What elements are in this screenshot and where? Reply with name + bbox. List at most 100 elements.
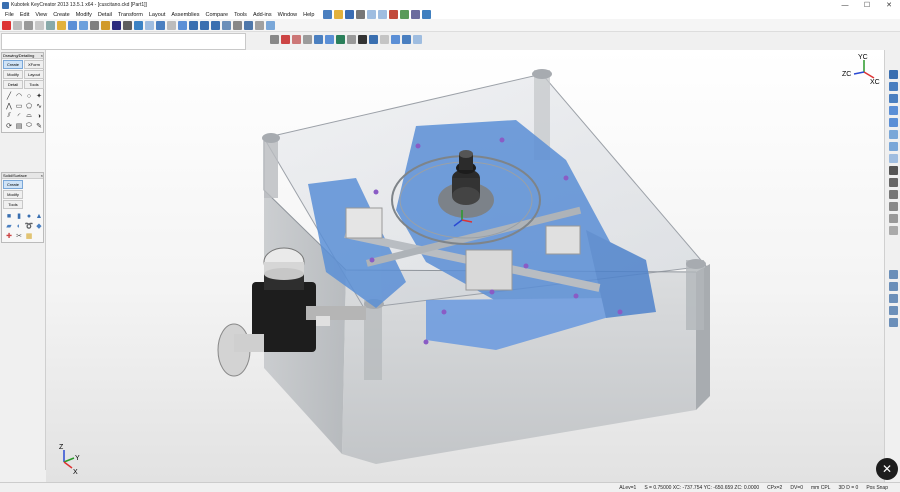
menu-assemblies[interactable]: Assemblies	[168, 12, 202, 18]
dimension-icon[interactable]	[46, 20, 55, 30]
solid-modify-button[interactable]: Modify	[3, 190, 23, 199]
transparency-icon[interactable]	[889, 318, 898, 327]
render-icon[interactable]	[336, 35, 345, 44]
solid-cone-icon[interactable]: ▲	[35, 212, 43, 220]
spline-icon[interactable]: ∿	[35, 102, 43, 110]
cylinder-icon[interactable]	[79, 20, 88, 30]
view-iso-icon[interactable]	[211, 20, 220, 30]
save-icon[interactable]	[345, 10, 355, 19]
menu-modify[interactable]: Modify	[73, 12, 95, 18]
box-icon[interactable]	[68, 20, 77, 30]
zoom-icon[interactable]	[222, 20, 231, 30]
text-icon[interactable]: ▤	[15, 122, 23, 130]
delete-icon[interactable]	[389, 10, 399, 19]
menu-layout[interactable]: Layout	[146, 12, 169, 18]
close-icon[interactable]: ×	[41, 173, 43, 178]
verify-icon[interactable]	[281, 35, 290, 44]
drawing-create-button[interactable]: Create	[3, 60, 23, 69]
command-input[interactable]	[1, 33, 246, 50]
offset-icon[interactable]: ⫽	[5, 112, 13, 120]
line-icon[interactable]	[24, 20, 33, 30]
menu-transform[interactable]: Transform	[115, 12, 146, 18]
fillet-curve-icon[interactable]: ◜	[15, 112, 23, 120]
polyline-icon[interactable]: ⋀	[5, 102, 13, 110]
mirror-icon[interactable]	[167, 20, 176, 30]
model-viewport[interactable]: YC ZC XC Z Y X	[46, 50, 884, 482]
extrude-icon[interactable]: ▰	[5, 222, 13, 230]
conic-icon[interactable]: ◑	[35, 112, 43, 120]
status-snap[interactable]: Pos Snap	[866, 485, 888, 491]
solid-sphere-icon[interactable]: ●	[25, 212, 33, 220]
quick-action-button[interactable]: ✕	[876, 458, 898, 480]
hidden-lines-icon[interactable]	[266, 20, 275, 30]
view-front-icon[interactable]	[889, 82, 898, 91]
pan-icon[interactable]	[889, 214, 898, 223]
open-file-icon[interactable]	[334, 10, 344, 19]
view-front-icon[interactable]	[189, 20, 198, 30]
revolve-icon[interactable]: ◐	[15, 222, 23, 230]
ellipse-icon[interactable]: ⬭	[25, 122, 33, 130]
maximize-button[interactable]: ☐	[856, 0, 878, 10]
zoom-all-icon[interactable]	[889, 166, 898, 175]
menu-tools[interactable]: Tools	[231, 12, 250, 18]
layers-icon[interactable]	[400, 10, 410, 19]
drawing-layout-button[interactable]: Layout	[24, 70, 44, 79]
circle-icon[interactable]: ○	[25, 92, 33, 100]
menu-edit[interactable]: Edit	[17, 12, 32, 18]
menu-view[interactable]: View	[32, 12, 50, 18]
pan-icon[interactable]	[233, 20, 242, 30]
drawing-tools-button[interactable]: Tools	[24, 80, 44, 89]
angle-icon[interactable]	[303, 35, 312, 44]
view-back-icon[interactable]	[889, 94, 898, 103]
shell-icon[interactable]	[112, 20, 121, 30]
redo-icon[interactable]	[378, 10, 388, 19]
shade-icon[interactable]	[889, 270, 898, 279]
view-top-icon[interactable]	[889, 130, 898, 139]
surface-icon[interactable]: ▦	[25, 232, 33, 240]
section-icon[interactable]	[325, 35, 334, 44]
explode-icon[interactable]	[391, 35, 400, 44]
sweep-icon[interactable]: ➰	[25, 222, 34, 230]
menu-compare[interactable]: Compare	[202, 12, 231, 18]
chamfer-icon[interactable]	[101, 20, 110, 30]
view-icon[interactable]	[422, 10, 432, 19]
solid-cylinder-icon[interactable]: ▮	[15, 212, 23, 220]
wireframe-icon[interactable]	[889, 282, 898, 291]
view-right-icon[interactable]	[889, 118, 898, 127]
drawing-detail-button[interactable]: Detail	[3, 80, 23, 89]
split-icon[interactable]: ✂	[15, 232, 23, 240]
select-icon[interactable]	[2, 20, 11, 30]
print-icon[interactable]	[356, 10, 366, 19]
point-icon[interactable]: ✦	[35, 92, 43, 100]
material-icon[interactable]	[369, 35, 378, 44]
zoom-window-icon[interactable]	[889, 178, 898, 187]
arc-icon[interactable]: ◠	[15, 92, 23, 100]
view-top-icon[interactable]	[200, 20, 209, 30]
texture-icon[interactable]	[358, 35, 367, 44]
new-file-icon[interactable]	[323, 10, 333, 19]
dropdown-icon[interactable]	[123, 20, 132, 30]
drawing-modify-button[interactable]: Modify	[3, 70, 23, 79]
menu-help[interactable]: Help	[300, 12, 317, 18]
fillet-icon[interactable]	[90, 20, 99, 30]
move-icon[interactable]	[134, 20, 143, 30]
distance-icon[interactable]	[292, 35, 301, 44]
mass-props-icon[interactable]	[314, 35, 323, 44]
view-bottom-icon[interactable]	[889, 142, 898, 151]
zoom-in-icon[interactable]	[889, 190, 898, 199]
light-icon[interactable]	[347, 35, 356, 44]
clipping-icon[interactable]	[413, 35, 422, 44]
drawing-xform-button[interactable]: XForm	[24, 60, 44, 69]
arc-icon[interactable]	[35, 20, 44, 30]
view-iso-icon[interactable]	[889, 154, 898, 163]
solid-box-icon[interactable]: ■	[5, 212, 13, 220]
polygon-icon[interactable]: ⬠	[25, 102, 33, 110]
boolean-icon[interactable]: ✚	[5, 232, 13, 240]
properties-icon[interactable]	[411, 10, 421, 19]
menu-file[interactable]: File	[2, 12, 17, 18]
menu-create[interactable]: Create	[50, 12, 73, 18]
triangle-icon[interactable]	[13, 20, 22, 30]
menu-detail[interactable]: Detail	[95, 12, 115, 18]
sketch-icon[interactable]: ✎	[35, 122, 43, 130]
rectangle-icon[interactable]: ▭	[15, 102, 23, 110]
